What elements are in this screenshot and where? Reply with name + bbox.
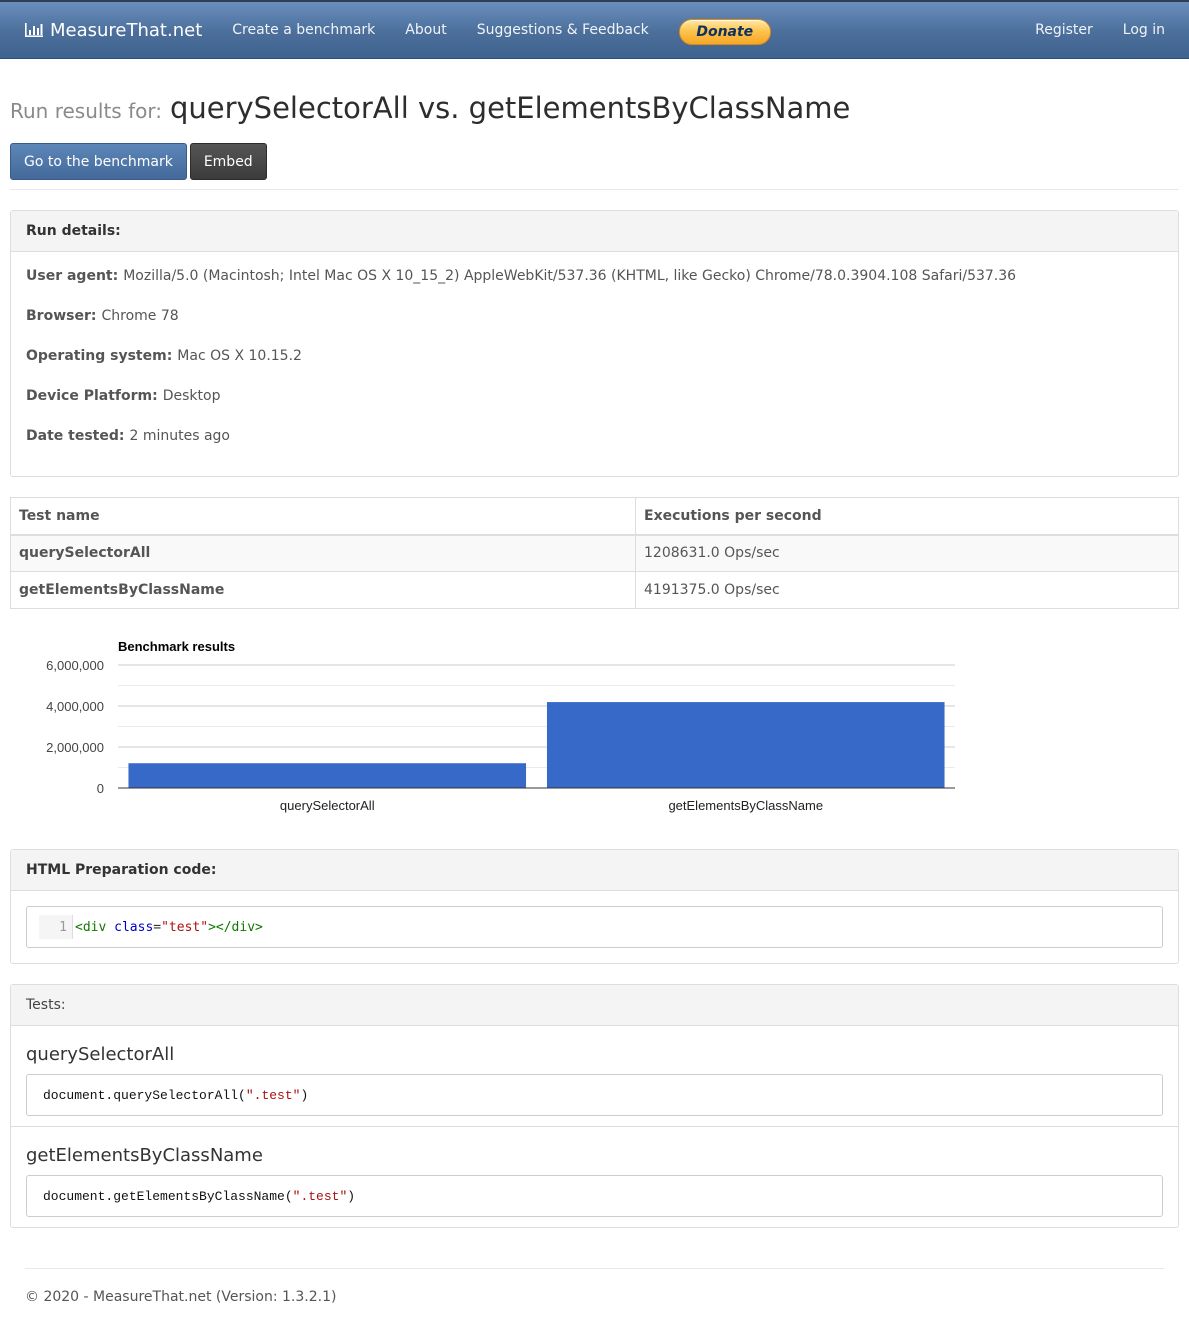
code-string: ".test" [245, 1087, 301, 1103]
ops-per-sec-cell: 4191375.0 Ops/sec [635, 571, 1179, 609]
table-header-row: Test name Executions per second [10, 497, 1179, 536]
chart-svg: Benchmark results 0 2,000,000 4,000,000 6,00… [46, 639, 955, 813]
detail-label: Device Platform: [26, 388, 158, 404]
code-token-plain: = [153, 919, 162, 935]
detail-value: Mac OS X 10.15.2 [177, 348, 302, 364]
test-item: getElementsByClassName document.getEleme… [11, 1127, 1178, 1227]
detail-browser: Browser: Chrome 78 [26, 296, 1163, 336]
brand-link[interactable]: MeasureThat.net [24, 20, 202, 41]
brand-name: MeasureThat.net [50, 19, 203, 41]
ops-per-sec-cell: 1208631.0 Ops/sec [635, 534, 1179, 572]
y-tick-label: 0 [97, 781, 104, 796]
nav-create-benchmark[interactable]: Create a benchmark [232, 22, 375, 38]
y-tick-label: 2,000,000 [46, 740, 104, 755]
detail-value: Chrome 78 [101, 308, 179, 324]
divider [10, 189, 1179, 190]
detail-label: Browser: [26, 308, 97, 324]
code-token-str: "test" [161, 919, 209, 935]
test-item: querySelectorAll document.querySelectorA… [11, 1026, 1178, 1127]
navbar: MeasureThat.net Create a benchmark About… [0, 0, 1189, 59]
action-buttons: Go to the benchmark Embed [10, 143, 1179, 180]
detail-label: Operating system: [26, 348, 173, 364]
detail-date-tested: Date tested: 2 minutes ago [26, 416, 1163, 456]
code-text: ) [347, 1188, 356, 1204]
page-title: Run results for: querySelectorAll vs. ge… [10, 91, 1179, 125]
detail-operating-system: Operating system: Mac OS X 10.15.2 [26, 336, 1163, 376]
tests-panel: Tests: querySelectorAll document.querySe… [10, 984, 1179, 1228]
table-row: getElementsByClassName 4191375.0 Ops/sec [10, 571, 1179, 609]
detail-label: Date tested: [26, 428, 125, 444]
code-token-tag: <div [75, 919, 107, 935]
detail-user-agent: User agent: Mozilla/5.0 (Macintosh; Inte… [26, 256, 1163, 296]
y-tick-label: 4,000,000 [46, 699, 104, 714]
html-preparation-panel: HTML Preparation code: 1 <div class = "tes… [10, 849, 1179, 964]
test-name-cell: getElementsByClassName [10, 571, 636, 609]
code-line: <div class = "test" ></div> [73, 915, 263, 939]
run-details-heading: Run details: [11, 211, 1178, 252]
code-token-attr: class [114, 919, 154, 935]
column-header-executions: Executions per second [635, 497, 1179, 536]
y-tick-label: 6,000,000 [46, 658, 104, 673]
html-prep-heading: HTML Preparation code: [11, 850, 1178, 891]
code-text: document.getElementsByClassName( [43, 1188, 293, 1204]
embed-button[interactable]: Embed [189, 143, 267, 180]
html-prep-code-editor[interactable]: 1 <div class = "test" ></div> [26, 906, 1163, 948]
x-category-label: querySelectorAll [280, 798, 375, 813]
test-title: getElementsByClassName [26, 1145, 263, 1166]
nav-right: Register Log in [1005, 22, 1165, 38]
test-name-cell: querySelectorAll [10, 534, 636, 572]
detail-device-platform: Device Platform: Desktop [26, 376, 1163, 416]
run-details-panel: Run details: User agent: Mozilla/5.0 (Ma… [10, 210, 1179, 477]
bar-querySelectorAll [128, 763, 527, 788]
nav-suggestions-feedback[interactable]: Suggestions & Feedback [477, 22, 649, 38]
nav-about[interactable]: About [405, 22, 446, 38]
x-category-label: getElementsByClassName [668, 798, 823, 813]
benchmark-chart: Benchmark results 0 2,000,000 4,000,000 6,00… [10, 629, 1179, 829]
detail-value: Desktop [162, 388, 221, 404]
test-title: querySelectorAll [26, 1044, 175, 1065]
benchmark-title: querySelectorAll vs. getElementsByClassN… [169, 91, 851, 125]
nav-register[interactable]: Register [1035, 22, 1093, 38]
tests-heading: Tests: [11, 985, 1178, 1026]
go-to-benchmark-button[interactable]: Go to the benchmark [10, 143, 187, 180]
detail-value: Mozilla/5.0 (Macintosh; Intel Mac OS X 1… [123, 268, 1017, 284]
chart-title: Benchmark results [118, 639, 235, 654]
code-text: ) [300, 1087, 309, 1103]
results-table: Test name Executions per second querySel… [10, 497, 1179, 609]
detail-value: 2 minutes ago [129, 428, 230, 444]
code-token-tag: ></div> [208, 919, 263, 935]
bar-getElementsByClassName [546, 702, 945, 788]
main-container: Run results for: querySelectorAll vs. ge… [0, 91, 1189, 1335]
test-code: document.querySelectorAll(".test") [26, 1074, 1163, 1116]
column-header-test-name: Test name [10, 497, 636, 536]
table-row: querySelectorAll 1208631.0 Ops/sec [10, 534, 1179, 572]
donate-button[interactable]: Donate [678, 19, 771, 45]
detail-label: User agent: [26, 268, 119, 284]
footer: © 2020 - MeasureThat.net (Version: 1.3.2… [25, 1268, 1164, 1335]
bar-chart-icon [25, 23, 43, 37]
code-string: ".test" [292, 1188, 348, 1204]
nav-login[interactable]: Log in [1123, 22, 1165, 38]
page-title-prefix: Run results for: [10, 99, 162, 123]
copyright-text: © 2020 - MeasureThat.net (Version: 1.3.2… [25, 1289, 337, 1305]
code-text: document.querySelectorAll( [43, 1087, 246, 1103]
test-code: document.getElementsByClassName(".test") [26, 1175, 1163, 1217]
line-number: 1 [39, 915, 73, 939]
